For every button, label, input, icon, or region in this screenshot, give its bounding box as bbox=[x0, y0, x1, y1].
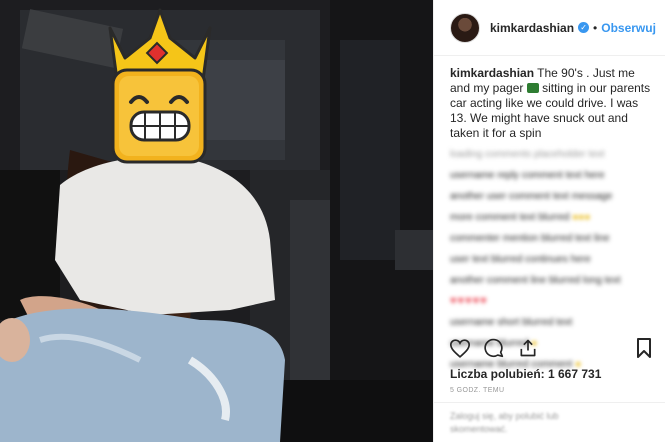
list-item[interactable]: ♥♥♥♥♥ bbox=[450, 294, 652, 309]
post-photo[interactable] bbox=[0, 0, 433, 442]
king-grinning-emoji-icon bbox=[108, 8, 212, 164]
list-item[interactable]: username short blurred text bbox=[450, 315, 652, 330]
bookmark-icon[interactable] bbox=[636, 338, 652, 358]
post-header: kimkardashian ✓ • Obserwuj bbox=[434, 0, 665, 56]
post-timestamp[interactable]: 5 GODZ. TEMU bbox=[450, 387, 504, 394]
post-side-panel: kimkardashian ✓ • Obserwuj kimkardashian… bbox=[433, 0, 665, 442]
share-icon[interactable] bbox=[518, 338, 538, 358]
post-actions bbox=[450, 338, 538, 358]
list-item[interactable]: user text blurred continues here bbox=[450, 252, 652, 267]
comment-icon[interactable] bbox=[484, 338, 504, 358]
divider bbox=[434, 402, 665, 403]
follow-button[interactable]: Obserwuj bbox=[601, 21, 656, 35]
list-item[interactable]: username reply comment text here bbox=[450, 168, 652, 183]
verified-badge-icon: ✓ bbox=[578, 22, 590, 33]
list-item[interactable]: more comment text blurred ●●● bbox=[450, 210, 652, 225]
pager-emoji-icon bbox=[526, 83, 539, 93]
list-item[interactable]: commenter mention blurred text line bbox=[450, 231, 652, 246]
list-item[interactable]: another user comment text message bbox=[450, 189, 652, 204]
username-link[interactable]: kimkardashian bbox=[490, 21, 574, 35]
heart-icon[interactable] bbox=[450, 338, 470, 358]
header-separator: • bbox=[593, 20, 598, 35]
login-to-comment-prompt[interactable]: Zaloguj się, aby polubić lub skomentować. bbox=[450, 410, 559, 436]
photo-scene bbox=[0, 0, 433, 442]
caption-username-link[interactable]: kimkardashian bbox=[450, 66, 534, 80]
likes-count[interactable]: Liczba polubień: 1 667 731 bbox=[450, 367, 601, 381]
list-item[interactable]: another comment line blurred long text bbox=[450, 273, 652, 288]
avatar[interactable] bbox=[450, 12, 480, 43]
post-caption: kimkardashian The 90's . Just me and my … bbox=[434, 56, 665, 141]
list-item[interactable]: loading comments placeholder text bbox=[450, 147, 652, 162]
